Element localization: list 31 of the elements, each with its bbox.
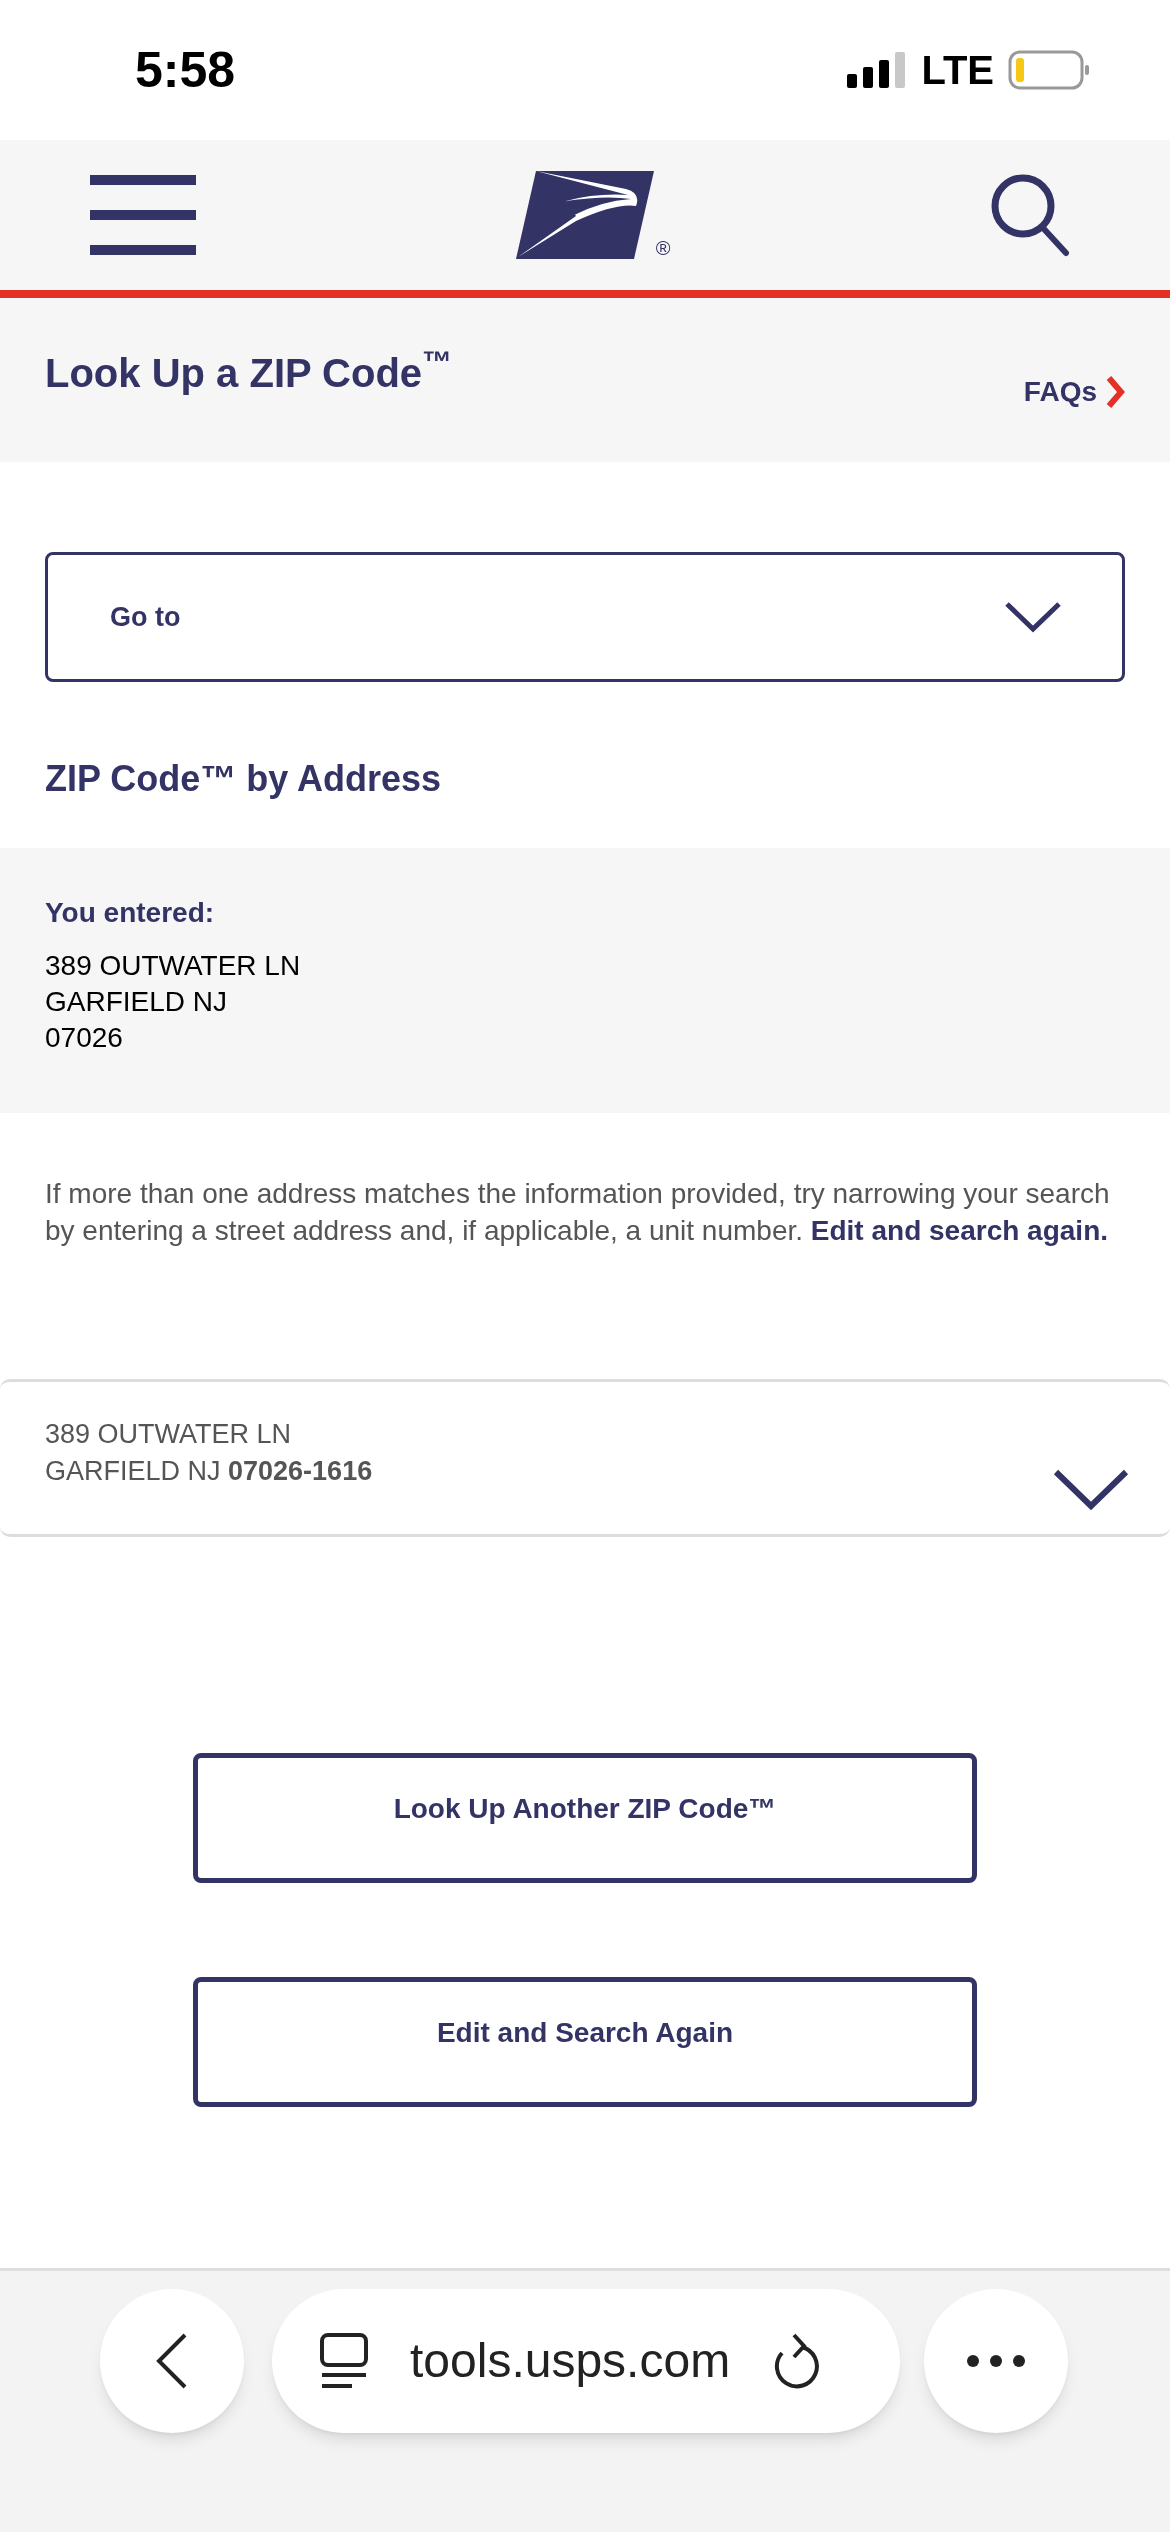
outline-button[interactable]: Edit and Search Again: [193, 1977, 977, 2107]
result-card[interactable]: 389 OUTWATER LN GARFIELD NJ 07026-1616: [0, 1379, 1170, 1537]
menu-icon[interactable]: [90, 175, 196, 255]
page-title: Look Up a ZIP Code$^{™}$: [45, 344, 453, 397]
search-icon[interactable]: [990, 173, 1070, 257]
section-title: ZIP Code™ by Address: [44, 757, 443, 801]
signal-icon: [847, 52, 908, 88]
reader-icon: [320, 2333, 368, 2389]
entered-label: You entered:: [45, 896, 216, 930]
network-label: LTE: [921, 47, 994, 94]
url-bar[interactable]: tools.usps.com: [272, 2289, 900, 2433]
chevron-right-icon: [1105, 374, 1125, 410]
reload-icon: [772, 2333, 821, 2389]
url-text: tools.usps.com: [410, 2333, 731, 2389]
edit-search-link[interactable]: Edit and search again.: [810, 1215, 1108, 1246]
address-line: GARFIELD NJ: [45, 985, 229, 1019]
registered-mark: ®: [655, 236, 671, 261]
result-line: GARFIELD NJ 07026-1616: [45, 1455, 373, 1488]
address-line: 389 OUTWATER LN: [45, 949, 302, 983]
back-icon: [155, 2332, 189, 2390]
hint-paragraph: If more than one address matches the information provided, try narrowing your search by entering a street address and, if applicable, a unit number. Edit and search again.: [45, 1177, 1111, 1248]
status-time: 5:58: [135, 40, 236, 100]
outline-button[interactable]: Look Up Another ZIP Code™: [193, 1753, 977, 1883]
eagle-logo-icon[interactable]: [515, 171, 654, 259]
battery-icon: [1008, 50, 1090, 90]
goto-dropdown[interactable]: Go to: [45, 552, 1125, 682]
chevron-down-icon: [1004, 601, 1062, 633]
result-line: 389 OUTWATER LN: [45, 1418, 293, 1451]
faqs-link[interactable]: FAQs: [1023, 370, 1125, 414]
address-line: 07026: [45, 1021, 124, 1055]
more-icon: [966, 2354, 1026, 2368]
